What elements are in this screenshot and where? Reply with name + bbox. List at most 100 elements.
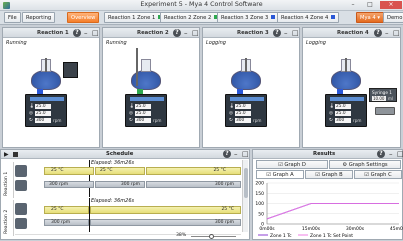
tab-reaction-4[interactable]: Reaction 4 Zone 4 bbox=[277, 12, 340, 23]
target-icon: ◎ bbox=[329, 111, 333, 116]
results-chart: 200150100500 0m00s15m00s30m00s45m00s Zon… bbox=[255, 181, 403, 240]
help-icon[interactable]: ? bbox=[374, 29, 382, 37]
reaction-header: Reaction 3 ? – □ bbox=[203, 28, 299, 38]
minimize-panel-icon[interactable]: – bbox=[385, 28, 389, 38]
minimize-panel-icon[interactable]: – bbox=[184, 28, 188, 38]
help-icon[interactable]: ? bbox=[173, 29, 181, 37]
schedule-title: Schedule bbox=[106, 151, 134, 157]
reaction-state: Logging bbox=[306, 40, 326, 46]
setpoint-value: 25.0 bbox=[335, 111, 351, 116]
tab-reaction-3[interactable]: Reaction 3 Zone 3 bbox=[217, 12, 280, 23]
row-label: Reaction 2 bbox=[4, 200, 14, 236]
stop-icon[interactable] bbox=[13, 152, 18, 157]
maximize-button[interactable]: □ bbox=[362, 1, 378, 9]
maximize-panel-icon[interactable]: □ bbox=[242, 149, 249, 159]
play-icon[interactable]: ▶ bbox=[4, 151, 9, 158]
y-tick-label: 50 bbox=[258, 211, 264, 217]
elapsed-time: Elapsed: 36m26s bbox=[91, 160, 135, 166]
reactor-icon bbox=[15, 203, 27, 215]
stir-speed-value: 300 bbox=[135, 118, 151, 123]
graph-settings-button[interactable]: ⚙ Graph Settings bbox=[329, 160, 401, 169]
zoom-slider[interactable] bbox=[191, 234, 236, 239]
maximize-panel-icon[interactable]: □ bbox=[397, 149, 403, 159]
tab-overview[interactable]: Overview bbox=[67, 12, 100, 23]
flask-icon bbox=[331, 70, 361, 90]
reaction-panel-2: Reaction 2 ? – □ Running 🌡 25.0 ◎ 25.0 ↻… bbox=[102, 27, 200, 148]
tab-file[interactable]: File bbox=[4, 12, 21, 23]
y-tick-label: 100 bbox=[255, 201, 264, 207]
target-icon: ◎ bbox=[229, 111, 233, 116]
row-label: Reaction 1 bbox=[4, 162, 14, 198]
temperature-step[interactable]: 25 °C bbox=[44, 206, 89, 214]
help-icon[interactable]: ? bbox=[377, 150, 385, 158]
temperature-value: 25.0 bbox=[235, 104, 251, 109]
results-panel: Results ? – □ ☑ Graph D ⚙ Graph Settings… bbox=[252, 149, 403, 240]
minimize-panel-icon[interactable]: – bbox=[389, 149, 393, 159]
tab-reporting[interactable]: Reporting bbox=[22, 12, 56, 23]
tab-graph-c[interactable]: ☑ Graph C bbox=[354, 170, 402, 179]
window-title: Experiment 5 - Mya 4 Control Software bbox=[140, 1, 263, 8]
syringe-pump[interactable]: Syringe 1 10.00 ml bbox=[369, 88, 397, 102]
heater-block: 🌡 25.0 ◎ 25.0 ↻ 300 rpm bbox=[125, 94, 167, 127]
close-button[interactable]: × bbox=[380, 1, 402, 9]
temperature-step[interactable]: 25 °C bbox=[146, 167, 241, 175]
y-tick-label: 200 bbox=[255, 181, 264, 187]
stir-step[interactable]: 300 rpm bbox=[95, 181, 145, 188]
results-title: Results bbox=[313, 151, 336, 157]
temperature-step[interactable]: 25 °C bbox=[44, 167, 94, 175]
maximize-panel-icon[interactable]: □ bbox=[192, 28, 199, 38]
reaction-panel-1: Reaction 1 ? – □ Running 🌡 25.0 ◎ 25.0 ↻… bbox=[2, 27, 100, 148]
maximize-panel-icon[interactable]: □ bbox=[92, 28, 99, 38]
stirrer-icon bbox=[15, 180, 27, 191]
stir-step[interactable]: 300 rpm bbox=[44, 219, 89, 226]
setpoint-value: 25.0 bbox=[35, 111, 51, 116]
minimize-panel-icon[interactable]: – bbox=[234, 149, 238, 159]
tab-reaction-1[interactable]: Reaction 1 Zone 1 bbox=[104, 12, 167, 23]
reaction-panel-4: Reaction 4 ? – □ Logging 🌡 25.0 ◎ 25.0 ↻… bbox=[302, 27, 401, 148]
reaction-panel-3: Reaction 3 ? – □ Logging 🌡 25.0 ◎ 25.0 ↻… bbox=[202, 27, 300, 148]
tab-graph-a[interactable]: ☑ Graph A bbox=[256, 170, 304, 179]
thermometer-icon: 🌡 bbox=[129, 104, 135, 109]
minimize-button[interactable]: – bbox=[345, 1, 361, 9]
minimize-panel-icon[interactable]: – bbox=[84, 28, 88, 38]
tab-reaction-2[interactable]: Reaction 2 Zone 2 bbox=[160, 12, 223, 23]
stir-icon: ↻ bbox=[129, 118, 133, 123]
reactor-icon bbox=[15, 165, 27, 177]
tab-bar: File Reporting Overview Reaction 1 Zone … bbox=[0, 11, 403, 25]
series-zone-1-tc bbox=[266, 202, 399, 220]
zone-color-icon bbox=[271, 15, 276, 19]
help-icon[interactable]: ? bbox=[223, 150, 231, 158]
tab-mya-4[interactable]: Mya 4 ▾ bbox=[356, 12, 384, 23]
schedule-panel: ▶ Schedule ? – □ Reaction 1 Elapsed: 36m… bbox=[0, 149, 250, 240]
temperature-step[interactable]: 25 °C bbox=[95, 167, 145, 175]
reaction-title: Reaction 3 bbox=[237, 30, 269, 36]
stir-speed-value: 300 bbox=[35, 118, 51, 123]
stir-icon: ↻ bbox=[29, 118, 33, 123]
reaction-state: Running bbox=[106, 40, 127, 46]
minimize-panel-icon[interactable]: – bbox=[284, 28, 288, 38]
stir-icon: ↻ bbox=[229, 118, 233, 123]
stir-step[interactable]: 300 rpm bbox=[146, 181, 241, 188]
stir-step[interactable]: 300 rpm bbox=[44, 181, 94, 188]
thermometer-icon: 🌡 bbox=[329, 104, 335, 109]
heater-block: 🌡 25.0 ◎ 25.0 ↻ 300 rpm bbox=[25, 94, 67, 127]
tab-graph-b[interactable]: ☑ Graph B bbox=[305, 170, 353, 179]
maximize-panel-icon[interactable]: □ bbox=[393, 28, 400, 38]
stir-step[interactable]: 300 rpm bbox=[90, 219, 241, 226]
help-icon[interactable]: ? bbox=[73, 29, 81, 37]
x-tick-label: 30m00s bbox=[346, 226, 365, 232]
setpoint-value: 25.0 bbox=[135, 111, 151, 116]
flask-neck bbox=[141, 59, 151, 72]
vertical-scrollbar[interactable] bbox=[242, 160, 248, 232]
legend-label: Zone 1 Tc Set Point bbox=[310, 233, 353, 239]
help-icon[interactable]: ? bbox=[273, 29, 281, 37]
time-cursor bbox=[89, 198, 90, 232]
probe-icon bbox=[245, 58, 247, 72]
temperature-value: 25.0 bbox=[335, 104, 351, 109]
tab-demo[interactable]: Demo bbox=[383, 12, 403, 23]
temperature-step[interactable]: 25 °C bbox=[90, 206, 241, 214]
tab-graph-d[interactable]: ☑ Graph D bbox=[256, 160, 328, 169]
stir-speed-value: 300 bbox=[335, 118, 351, 123]
maximize-panel-icon[interactable]: □ bbox=[292, 28, 299, 38]
reaction-title: Reaction 2 bbox=[137, 30, 169, 36]
